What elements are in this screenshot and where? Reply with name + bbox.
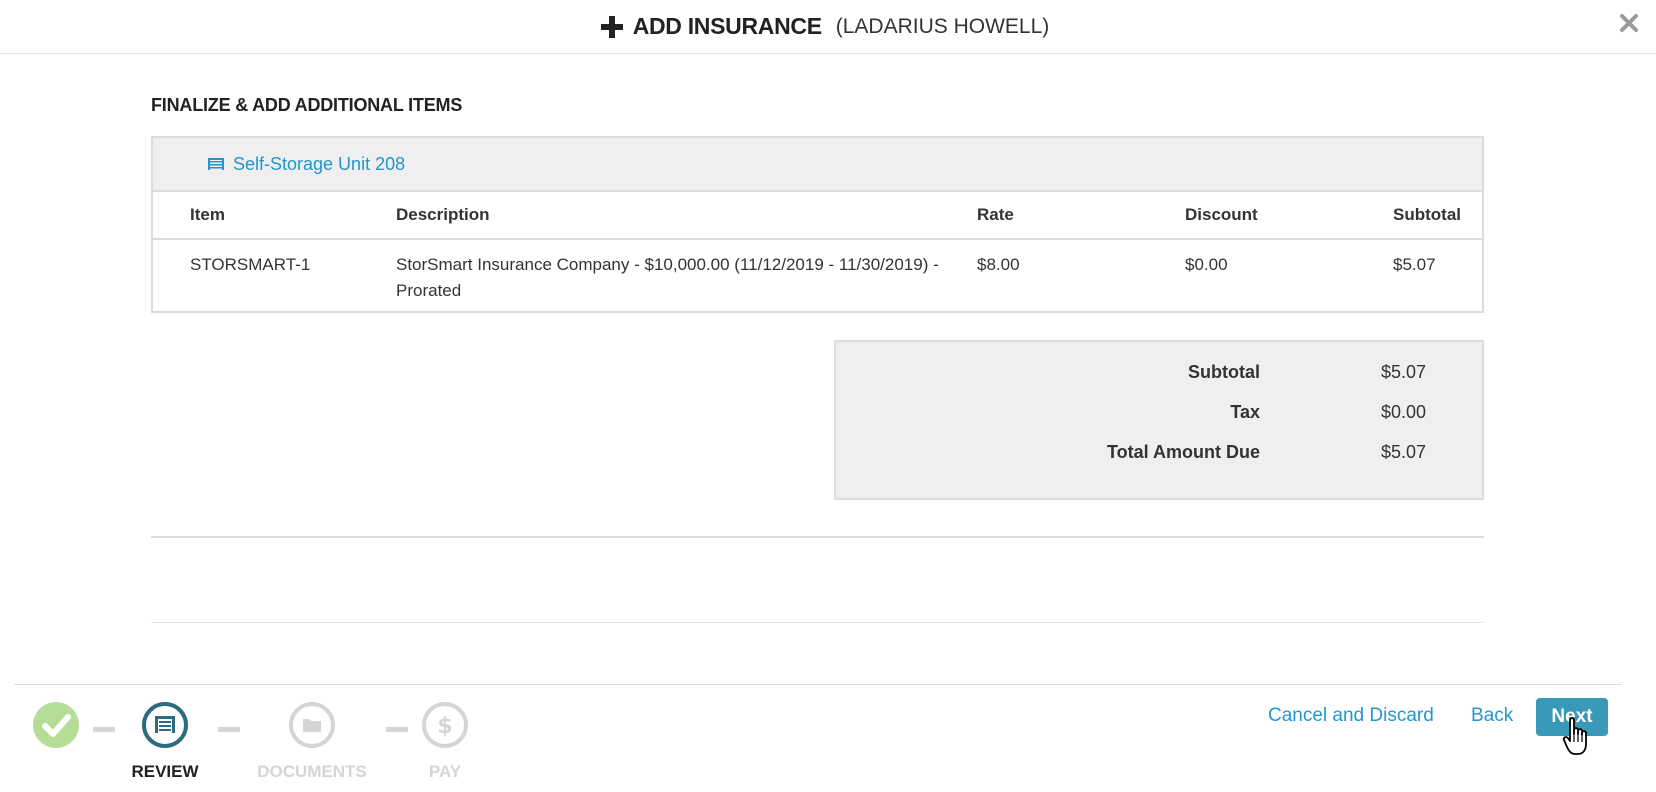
cell-subtotal: $5.07 — [1393, 255, 1436, 274]
totals-subtotal-label: Subtotal — [1188, 362, 1260, 382]
totals-tax-label: Tax — [1230, 402, 1260, 422]
table-row: STORSMART-1 StorSmart Insurance Company … — [153, 239, 1482, 304]
step-label: REVIEW — [131, 762, 199, 781]
step-connector — [218, 727, 240, 732]
section-title: FINALIZE & ADD ADDITIONAL ITEMS — [151, 95, 463, 115]
totals-due-row: Total Amount Due $5.07 — [836, 442, 1482, 468]
footer-divider — [14, 684, 1622, 685]
totals-due-label: Total Amount Due — [1107, 442, 1260, 462]
unit-label: Self-Storage Unit 208 — [233, 153, 406, 174]
checkmark-icon — [33, 702, 79, 748]
plus-icon — [600, 15, 623, 38]
cancel-and-discard-link[interactable]: Cancel and Discard — [1268, 705, 1434, 727]
cell-rate: $8.00 — [977, 255, 1020, 274]
totals-tax-row: Tax $0.00 — [836, 402, 1482, 428]
unit-header: Self-Storage Unit 208 — [153, 138, 1482, 192]
column-header-rate: Rate — [977, 192, 1185, 240]
dollar-icon: $ — [422, 702, 468, 748]
unit-link[interactable]: Self-Storage Unit 208 — [207, 154, 405, 175]
storage-unit-icon — [208, 158, 224, 170]
step-complete — [33, 702, 79, 753]
folder-icon — [289, 702, 335, 748]
modal-title: ADD INSURANCE (LADARIUS HOWELL) — [599, 13, 1050, 40]
cell-discount: $0.00 — [1185, 255, 1228, 274]
modal-header: ADD INSURANCE (LADARIUS HOWELL) — [0, 0, 1656, 54]
totals-subtotal-value: $5.07 — [1381, 362, 1427, 382]
totals-tax-value: $0.00 — [1381, 402, 1427, 422]
modal-title-text: ADD INSURANCE — [632, 13, 822, 39]
cell-description: StorSmart Insurance Company - $10,000.00… — [396, 255, 939, 300]
step-label: PAY — [428, 762, 462, 781]
step-pay: $ PAY — [422, 702, 468, 781]
totals-subtotal-row: Subtotal $5.07 — [836, 362, 1482, 388]
cell-item: STORSMART-1 — [190, 255, 311, 274]
step-connector — [386, 727, 408, 732]
unit-panel: Self-Storage Unit 208 Item Description R… — [151, 136, 1484, 313]
divider — [151, 622, 1484, 623]
svg-text:$: $ — [437, 714, 452, 739]
step-label: DOCUMENTS — [257, 762, 367, 781]
table-header-row: Item Description Rate Discount Subtotal — [153, 192, 1482, 240]
step-review: REVIEW — [131, 702, 199, 781]
storage-unit-icon — [142, 702, 188, 748]
back-link[interactable]: Back — [1471, 705, 1513, 727]
column-header-item: Item — [153, 192, 396, 240]
step-documents: DOCUMENTS — [257, 702, 367, 781]
hand-cursor-icon — [1562, 717, 1587, 755]
totals-panel: Subtotal $5.07 Tax $0.00 Total Amount Du… — [834, 340, 1484, 500]
divider — [151, 536, 1484, 538]
column-header-discount: Discount — [1185, 192, 1393, 240]
close-icon[interactable] — [1618, 12, 1640, 34]
tenant-name: (LADARIUS HOWELL) — [835, 14, 1050, 38]
column-header-description: Description — [396, 192, 977, 240]
totals-due-value: $5.07 — [1381, 442, 1427, 462]
items-table: Item Description Rate Discount Subtotal … — [153, 192, 1482, 304]
column-header-subtotal: Subtotal — [1393, 192, 1482, 240]
step-connector — [93, 727, 115, 732]
